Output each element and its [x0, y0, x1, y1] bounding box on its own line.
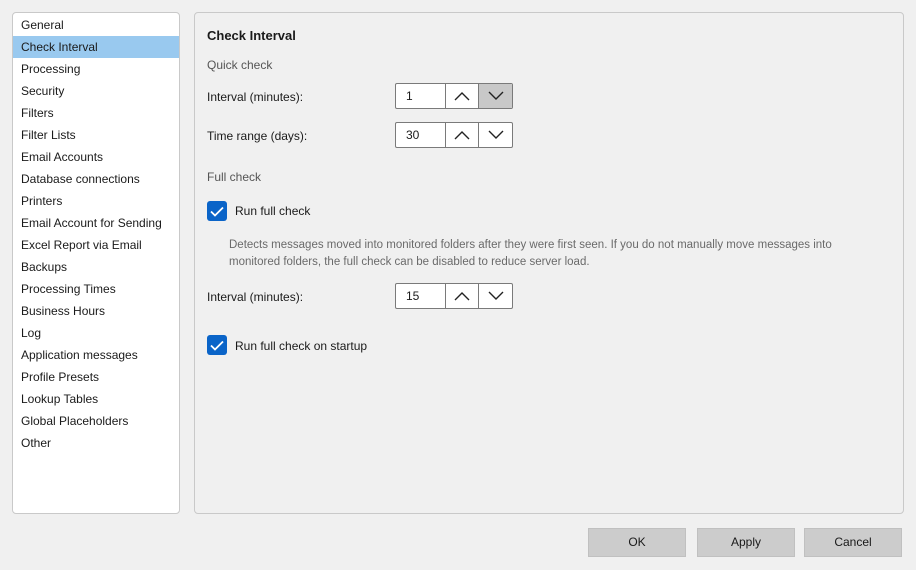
- quick-check-heading: Quick check: [207, 58, 273, 72]
- page-title: Check Interval: [207, 28, 296, 43]
- sidebar-item-business-hours[interactable]: Business Hours: [13, 300, 179, 322]
- sidebar-item-excel-report[interactable]: Excel Report via Email: [13, 234, 179, 256]
- chevron-up-icon: [454, 92, 470, 101]
- sidebar-item-backups[interactable]: Backups: [13, 256, 179, 278]
- full-check-description: Detects messages moved into monitored fo…: [229, 239, 832, 268]
- sidebar-item-filters[interactable]: Filters: [13, 102, 179, 124]
- sidebar-item-database-connections[interactable]: Database connections: [13, 168, 179, 190]
- sidebar-item-other[interactable]: Other: [13, 432, 179, 454]
- quick-range-stepper[interactable]: 30: [395, 122, 513, 148]
- quick-interval-value[interactable]: 1: [396, 84, 446, 108]
- run-on-startup-label[interactable]: Run full check on startup: [235, 339, 367, 353]
- sidebar-item-general[interactable]: General: [13, 14, 179, 36]
- sidebar-item-lookup-tables[interactable]: Lookup Tables: [13, 388, 179, 410]
- quick-interval-up-button[interactable]: [446, 84, 479, 108]
- run-full-check-label[interactable]: Run full check: [235, 204, 310, 218]
- chevron-down-icon: [488, 291, 504, 300]
- sidebar-item-log[interactable]: Log: [13, 322, 179, 344]
- sidebar-item-processing[interactable]: Processing: [13, 58, 179, 80]
- ok-button[interactable]: OK: [588, 528, 686, 557]
- sidebar-item-email-accounts[interactable]: Email Accounts: [13, 146, 179, 168]
- quick-interval-label: Interval (minutes):: [207, 90, 304, 104]
- chevron-up-icon: [454, 292, 470, 301]
- quick-range-up-button[interactable]: [446, 123, 479, 147]
- sidebar-item-check-interval[interactable]: Check Interval: [13, 36, 179, 58]
- full-interval-down-button[interactable]: [478, 284, 512, 308]
- settings-nav: General Check Interval Processing Securi…: [12, 12, 180, 514]
- quick-range-label: Time range (days):: [207, 129, 308, 143]
- checkmark-icon: [210, 206, 224, 217]
- run-on-startup-checkbox[interactable]: [207, 335, 227, 355]
- full-check-heading: Full check: [207, 170, 262, 184]
- sidebar-item-filter-lists[interactable]: Filter Lists: [13, 124, 179, 146]
- full-interval-stepper[interactable]: 15: [395, 283, 513, 309]
- quick-range-value[interactable]: 30: [396, 123, 446, 147]
- full-interval-label: Interval (minutes):: [207, 290, 304, 304]
- quick-interval-stepper[interactable]: 1: [395, 83, 513, 109]
- quick-interval-down-button[interactable]: [478, 84, 512, 108]
- sidebar-item-profile-presets[interactable]: Profile Presets: [13, 366, 179, 388]
- chevron-down-icon: [488, 91, 504, 100]
- sidebar-item-application-messages[interactable]: Application messages: [13, 344, 179, 366]
- chevron-down-icon: [488, 130, 504, 139]
- sidebar-item-email-account-sending[interactable]: Email Account for Sending: [13, 212, 179, 234]
- cancel-button[interactable]: Cancel: [804, 528, 902, 557]
- full-interval-up-button[interactable]: [446, 284, 479, 308]
- settings-panel: Check Interval Quick check Interval (min…: [194, 12, 904, 514]
- full-interval-value[interactable]: 15: [396, 284, 446, 308]
- run-full-check-checkbox[interactable]: [207, 201, 227, 221]
- chevron-up-icon: [454, 131, 470, 140]
- checkmark-icon: [210, 340, 224, 351]
- sidebar-item-printers[interactable]: Printers: [13, 190, 179, 212]
- sidebar-item-global-placeholders[interactable]: Global Placeholders: [13, 410, 179, 432]
- quick-range-down-button[interactable]: [478, 123, 512, 147]
- sidebar-item-security[interactable]: Security: [13, 80, 179, 102]
- sidebar-item-processing-times[interactable]: Processing Times: [13, 278, 179, 300]
- apply-button[interactable]: Apply: [697, 528, 795, 557]
